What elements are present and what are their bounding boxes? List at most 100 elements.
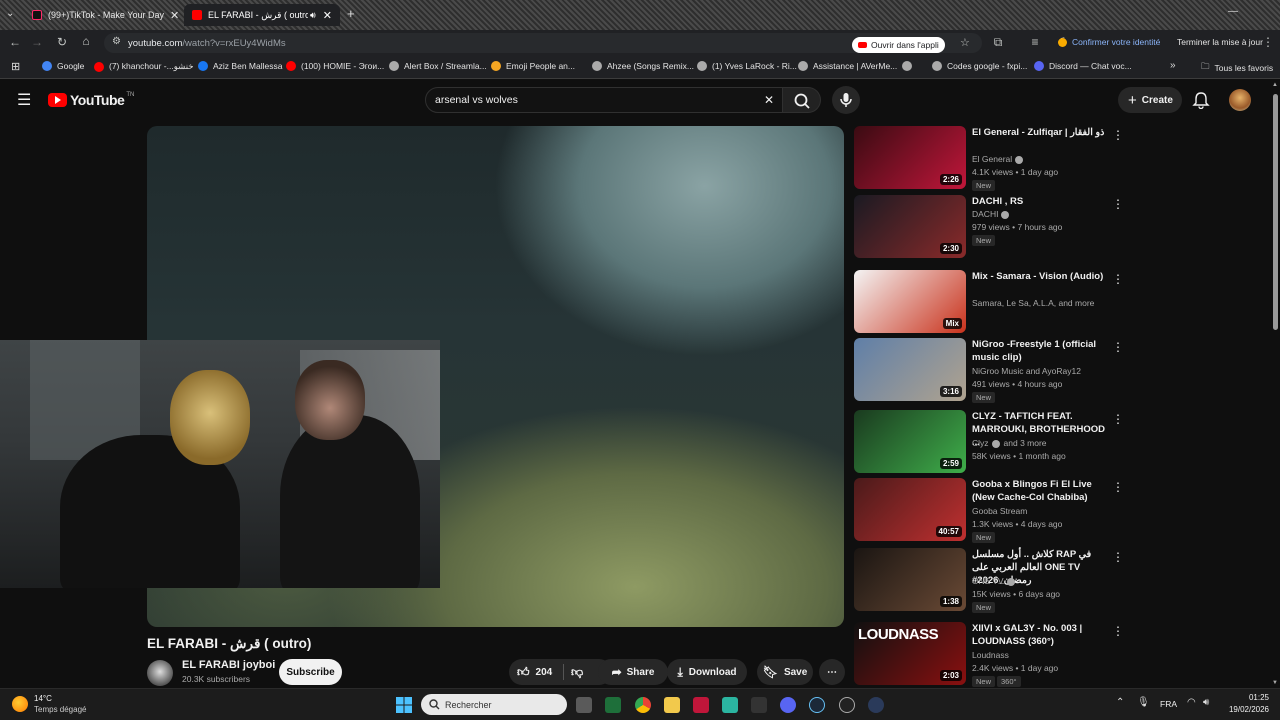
recommended-video-title[interactable]: DACHI , RS: [972, 195, 1106, 208]
site-info-icon[interactable]: ⚙: [112, 36, 121, 47]
search-input[interactable]: arsenal vs wolves ✕: [425, 87, 783, 113]
clear-search-icon[interactable]: ✕: [764, 93, 774, 107]
wifi-icon[interactable]: ◠: [1187, 697, 1196, 708]
recommended-channel[interactable]: ONE TV: [972, 576, 1015, 586]
notifications-bell-icon[interactable]: [1192, 91, 1210, 109]
search-button[interactable]: [783, 87, 821, 113]
more-options-icon[interactable]: ⋮: [1112, 197, 1124, 211]
reload-icon[interactable]: ↻: [54, 35, 70, 49]
stock-app-icon[interactable]: [605, 697, 621, 713]
more-options-icon[interactable]: ⋮: [1112, 272, 1124, 286]
save-button[interactable]: 🔖︎ Save: [757, 659, 813, 685]
video-thumbnail[interactable]: 1:38: [854, 548, 966, 611]
close-icon[interactable]: ✕: [164, 9, 179, 22]
recommended-video[interactable]: LOUDNASS 2:03 XIIVI x GAL3Y - No. 003 | LO…: [854, 622, 1134, 690]
clock-time[interactable]: 01:25: [1225, 693, 1269, 702]
show-hidden-icons-chevron-icon[interactable]: ⌃: [1116, 697, 1124, 708]
temperature[interactable]: 14°C: [34, 694, 52, 703]
channel-name[interactable]: EL FARABI joyboi: [182, 659, 275, 671]
create-button[interactable]: + Create: [1118, 87, 1182, 113]
recommended-channel[interactable]: Clyz and 3 more: [972, 438, 1047, 448]
app-icon[interactable]: [839, 697, 855, 713]
recommended-video[interactable]: Mix Mix - Samara - Vision (Audio) Samara, …: [854, 270, 1134, 338]
all-favorites-folder[interactable]: 🗀 Tous les favoris: [1201, 61, 1273, 75]
file-explorer-icon[interactable]: [664, 697, 680, 713]
subscribe-button[interactable]: Subscribe: [279, 659, 342, 685]
clock-date[interactable]: 19/02/2026: [1225, 705, 1269, 714]
more-actions-button[interactable]: ⋯: [819, 659, 845, 685]
thumbs-down-icon[interactable]: 👎︎: [571, 665, 583, 680]
recommended-channel[interactable]: Gooba Stream: [972, 506, 1027, 516]
channel-avatar[interactable]: [147, 660, 173, 686]
bookmark-item[interactable]: Alert Box / Streamla...: [389, 61, 487, 71]
bookmark-item[interactable]: Google: [42, 61, 84, 71]
more-options-icon[interactable]: ⋮: [1112, 550, 1124, 564]
recommended-video-title[interactable]: Gooba x Blingos Fi El Live (New Cache-Co…: [972, 478, 1106, 504]
scroll-down-icon[interactable]: ▼: [1272, 680, 1278, 686]
apps-grid-icon[interactable]: ⊞: [11, 60, 20, 73]
recommended-video[interactable]: 2:26 El General - Zulfiqar | ذو الفقار El …: [854, 126, 1134, 194]
video-thumbnail[interactable]: 2:59: [854, 410, 966, 473]
recommended-channel[interactable]: Samara, Le Sa, A.L.A, and more: [972, 298, 1094, 308]
epic-games-icon[interactable]: [751, 697, 767, 713]
video-thumbnail[interactable]: Mix: [854, 270, 966, 333]
recommended-video[interactable]: 1:38 كلاش .. أول مسلسل RAP في العالم العر…: [854, 548, 1134, 616]
recommended-video-title[interactable]: Mix - Samara - Vision (Audio): [972, 270, 1106, 283]
video-thumbnail[interactable]: 2:30: [854, 195, 966, 258]
kebab-menu-icon[interactable]: ⋮: [1260, 35, 1276, 49]
weather-description[interactable]: Temps dégagé: [34, 705, 86, 714]
finish-update-button[interactable]: Terminer la mise à jour: [1177, 37, 1263, 47]
youtube-logo[interactable]: YouTube TN: [48, 92, 134, 108]
scroll-up-icon[interactable]: ▲: [1272, 82, 1278, 88]
forward-arrow-icon[interactable]: →: [29, 35, 45, 49]
task-view-icon[interactable]: [576, 697, 592, 713]
hamburger-menu-icon[interactable]: ☰: [17, 90, 31, 110]
scrollbar-thumb[interactable]: [1273, 94, 1278, 330]
voice-search-button[interactable]: [832, 86, 860, 114]
home-icon[interactable]: ⌂: [78, 34, 94, 48]
bookmark-item[interactable]: Aziz Ben Mallessa: [198, 61, 282, 71]
bookmark-item[interactable]: [902, 61, 917, 71]
recommended-channel[interactable]: El General: [972, 154, 1024, 164]
new-tab-plus-icon[interactable]: +: [347, 6, 355, 21]
video-thumbnail[interactable]: 40:57: [854, 478, 966, 541]
share-button[interactable]: ➦ Share: [598, 659, 668, 685]
bookmark-item[interactable]: Assistance | AVerMe...: [798, 61, 897, 71]
reading-list-icon[interactable]: ≡: [1027, 35, 1043, 49]
bookmark-item[interactable]: (7) khanchour -...خنشو: [94, 61, 194, 72]
more-options-icon[interactable]: ⋮: [1112, 624, 1124, 638]
like-count[interactable]: 204: [536, 667, 553, 678]
more-bookmarks-chevron-icon[interactable]: »: [1170, 60, 1176, 71]
star-bookmark-icon[interactable]: ☆: [960, 36, 970, 49]
recommended-video-title[interactable]: XIIVI x GAL3Y - No. 003 | LOUDNASS (360°…: [972, 622, 1106, 648]
bookmark-item[interactable]: (100) HOMIE - Эгои...: [286, 61, 384, 71]
bookmark-item[interactable]: Discord — Chat voc...: [1034, 61, 1132, 71]
tab-youtube[interactable]: EL FARABI - قرش ( outro) - 🔊︎ ✕: [184, 4, 340, 26]
video-thumbnail[interactable]: 3:16: [854, 338, 966, 401]
recommended-channel[interactable]: Loudnass: [972, 650, 1009, 660]
microphone-icon[interactable]: 🎙︎: [1137, 697, 1150, 708]
tab-tiktok[interactable]: (99+)TikTok - Make Your Day ✕: [24, 4, 182, 26]
bookmark-item[interactable]: (1) Yves LaRock - Ri...: [697, 61, 797, 71]
steam-icon[interactable]: [809, 697, 825, 713]
taskbar-search[interactable]: Rechercher: [421, 694, 567, 715]
page-scrollbar[interactable]: ▲ ▼: [1270, 80, 1280, 688]
back-arrow-icon[interactable]: ←: [7, 35, 23, 49]
confirm-identity-chip[interactable]: Confirmer votre identité: [1058, 37, 1160, 47]
app-icon[interactable]: [722, 697, 738, 713]
volume-icon[interactable]: 🔊︎: [1203, 697, 1209, 708]
settings-gear-icon[interactable]: [868, 697, 884, 713]
bookmark-item[interactable]: Ahzee (Songs Remix...: [592, 61, 694, 71]
more-options-icon[interactable]: ⋮: [1112, 480, 1124, 494]
recommended-video[interactable]: 3:16 NiGroo -Freestyle 1 (official music …: [854, 338, 1134, 406]
more-options-icon[interactable]: ⋮: [1112, 128, 1124, 142]
bookmark-item[interactable]: Emoji People an...: [491, 61, 575, 71]
address-bar[interactable]: ⚙ youtube.com/watch?v=rxEUy4WidMs Ouvrir…: [104, 33, 982, 53]
recommended-video[interactable]: 2:30 DACHI , RS DACHI 979 views • 7 hours a…: [854, 195, 1134, 263]
extensions-icon[interactable]: ⧉: [990, 35, 1006, 50]
video-thumbnail[interactable]: 2:26: [854, 126, 966, 189]
weather-sun-icon[interactable]: [12, 696, 28, 712]
recommended-video[interactable]: 2:59 CLYZ - TAFTICH FEAT. MARROUKI, BROTH…: [854, 410, 1134, 478]
more-options-icon[interactable]: ⋮: [1112, 412, 1124, 426]
tab-list-chevron-icon[interactable]: ⌄: [6, 8, 14, 19]
